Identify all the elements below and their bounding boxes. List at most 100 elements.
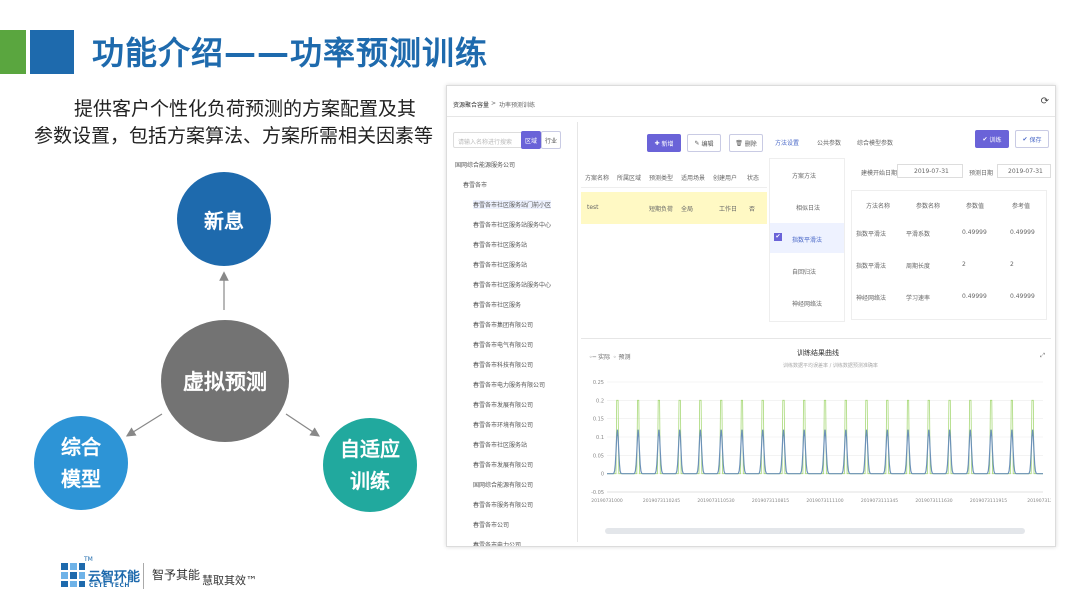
training-result-chart: 0.25 0.2 0.15 0.1 0.05 0 -0.05 20190731000 20190…	[591, 380, 1051, 504]
slogan-line1: 智予其能	[152, 568, 201, 582]
method-item-exp-smoothing[interactable]: 指数平滑法	[792, 235, 822, 244]
breadcrumb-root[interactable]: 资源聚合容量	[453, 100, 489, 109]
param-cell: 0.49999	[1010, 229, 1035, 236]
forecast-date-value: 2019-07-31	[1008, 168, 1043, 175]
param-cell: 指数平滑法	[856, 231, 887, 238]
page-title: 功能介绍——功率预测训练	[92, 34, 489, 72]
delete-button[interactable]: 🗑 删除	[729, 134, 763, 152]
param-col-name: 参数名称	[916, 203, 941, 210]
legend-actual[interactable]: ◦─ 实际	[589, 352, 610, 361]
tab-public-params[interactable]: 公共参数	[817, 138, 841, 147]
method-item-similar-day[interactable]: 相似日法	[796, 203, 820, 212]
edit-button[interactable]: ✎ 编辑	[687, 134, 721, 152]
y-tick-label: 0.15	[593, 417, 604, 423]
forecast-date-label: 预测日期	[969, 170, 994, 177]
search-placeholder: 请输入名称进行搜索	[458, 139, 513, 146]
tree-item[interactable]: 春雪各市社区服务站服务中心	[473, 280, 551, 289]
header-divider	[447, 116, 1055, 117]
x-tick-label: 20190731000	[591, 498, 623, 504]
edit-button-label: 编辑	[701, 140, 714, 148]
save-button[interactable]: ✔ 保存	[1015, 130, 1049, 148]
circle-composite-model: 综合 模型	[34, 416, 128, 510]
arrow-left	[125, 413, 163, 437]
method-header: 方案方法	[792, 173, 817, 180]
train-button[interactable]: ✔ 训练	[975, 130, 1009, 148]
plan-cell-type: 短期负荷	[649, 206, 674, 213]
tree-item[interactable]: 春雪各市社区服务站	[473, 260, 527, 269]
arrow-right	[285, 413, 320, 437]
forecast-date-input[interactable]: 2019-07-31	[997, 164, 1051, 178]
tree-item[interactable]: 春雪各市发展有限公司	[473, 460, 533, 469]
app-screenshot: 资源聚合容量 > 功率预测训练 ⟳ 请输入名称进行搜索 区域 行业 国网综合能源…	[446, 85, 1056, 547]
tree-item[interactable]: 春雪各市社区服务站门前小区	[473, 200, 552, 209]
param-table: 方法名称 参数名称 参数值 参考值 指数平滑法 平滑系数 0.49999 0.4999…	[851, 190, 1047, 320]
plan-cell-scene: 全局	[681, 206, 694, 213]
tree-item[interactable]: 春雪各市电力服务有限公司	[473, 380, 545, 389]
tree-item[interactable]: 春雪各市电力公司	[473, 540, 521, 546]
chart-scrollbar[interactable]	[605, 528, 1025, 534]
save-button-label: 保存	[1029, 136, 1042, 144]
tree-item[interactable]: 春雪各市发展有限公司	[473, 400, 533, 409]
tree-item[interactable]: 春雪各市社区服务站	[473, 440, 527, 449]
tree-item[interactable]: 春雪各市社区服务站	[473, 240, 527, 249]
tab-industry[interactable]: 行业	[541, 131, 561, 149]
plan-col-scene: 适用场景	[681, 175, 706, 182]
legend-forecast-label: 预测	[618, 354, 631, 361]
y-tick-label: 0	[601, 472, 604, 478]
method-item-autoregression[interactable]: 自回归法	[792, 267, 816, 276]
start-date-label: 建模开始日期	[861, 170, 898, 177]
plan-cell-user: 工作日	[719, 206, 738, 213]
tree-item[interactable]: 国网综合能源有限公司	[473, 480, 533, 489]
plan-col-status: 状态	[747, 175, 760, 182]
expand-icon[interactable]: ⤢	[1040, 352, 1045, 360]
method-list: 方案方法 相似日法 ✔ 指数平滑法 自回归法 神经网络法	[769, 158, 845, 322]
tab-method-setting[interactable]: 方法设置	[775, 138, 799, 147]
circle-right-line2: 训练	[350, 469, 390, 493]
legend-forecast[interactable]: ◦ 预测	[613, 352, 630, 361]
series-line-forecast	[607, 429, 1043, 475]
tree-item[interactable]: 春雪各市公司	[473, 520, 509, 529]
y-tick-label: 0.1	[596, 435, 604, 441]
refresh-icon[interactable]: ⟳	[1041, 96, 1049, 107]
tree-item[interactable]: 春雪各市社区服务	[473, 300, 521, 309]
tree-item[interactable]: 春雪各市社区服务站服务中心	[473, 220, 551, 229]
circle-left-line2: 模型	[61, 467, 101, 491]
logo-tm: TM	[84, 556, 93, 563]
plan-col-name: 方案名称	[585, 175, 610, 182]
title-accent-green	[0, 30, 26, 74]
tree-item[interactable]: 春雪各市电气有限公司	[473, 340, 533, 349]
y-tick-label: 0.25	[593, 380, 604, 386]
plan-cell-status: 否	[749, 206, 756, 213]
tree-item[interactable]: 春雪各市	[463, 180, 487, 189]
breadcrumb-page: 功率预测训练	[499, 102, 536, 109]
param-cell: 指数平滑法	[856, 263, 887, 270]
footer-divider	[143, 563, 144, 589]
param-cell: 周期长度	[906, 263, 931, 270]
param-cell: 0.49999	[962, 293, 987, 300]
tree-item[interactable]: 春雪各市服务有限公司	[473, 500, 533, 509]
start-date-input[interactable]: 2019-07-31	[897, 164, 963, 178]
tree-item[interactable]: 春雪各市环境有限公司	[473, 420, 533, 429]
tree-item[interactable]: 国网综合能源服务公司	[455, 160, 515, 169]
add-button[interactable]: ✚ 新增	[647, 134, 681, 152]
tab-region[interactable]: 区域	[521, 131, 541, 149]
circle-right-line1: 自适应	[340, 437, 400, 461]
param-cell: 0.49999	[962, 229, 987, 236]
y-tick-label: 0.2	[596, 398, 604, 404]
start-date-value: 2019-07-31	[914, 168, 949, 175]
x-tick-label: 2019073110530	[697, 498, 734, 504]
plan-col-region: 所属区域	[617, 175, 642, 182]
param-cell: 2	[962, 261, 966, 268]
param-cell: 2	[1010, 261, 1014, 268]
tree-item[interactable]: 春雪各市科技有限公司	[473, 360, 533, 369]
slogan-line2: 慧取其效™	[202, 574, 257, 587]
tab-composite-params[interactable]: 综合模型参数	[857, 138, 893, 147]
tree-item[interactable]: 春雪各市集团有限公司	[473, 320, 533, 329]
plan-table-row[interactable]: test 短期负荷 全局 工作日 否	[581, 192, 767, 224]
y-tick-label: -0.05	[591, 490, 604, 496]
x-tick-label: 2019073111630	[915, 498, 952, 504]
checkbox-checked[interactable]: ✔	[774, 233, 782, 241]
y-tick-label: 0.05	[593, 453, 604, 459]
method-item-neural-net[interactable]: 神经网络法	[792, 299, 822, 308]
x-tick-label: 2019073110245	[643, 498, 680, 504]
